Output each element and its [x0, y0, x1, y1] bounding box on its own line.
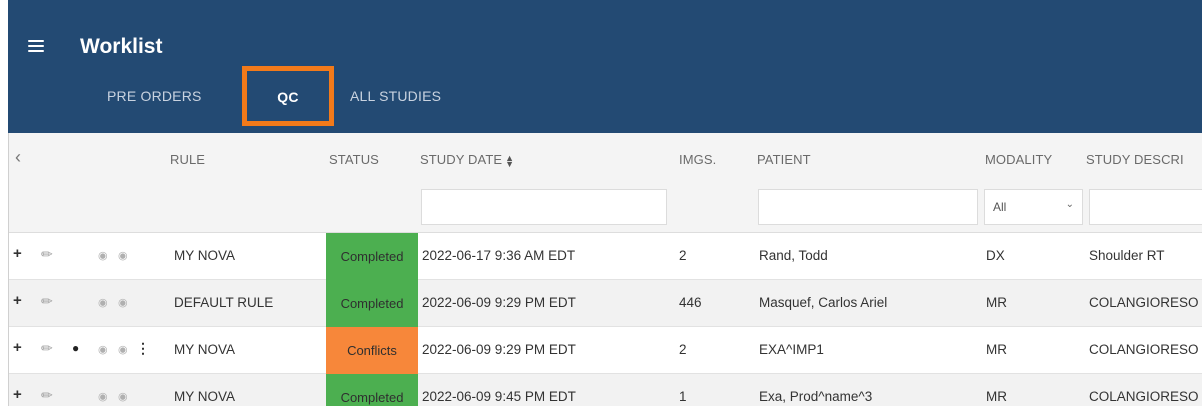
pencil-icon[interactable]: ✏: [41, 387, 53, 404]
column-header-status[interactable]: STATUS: [329, 152, 379, 167]
status-badge: Conflicts: [326, 327, 418, 374]
modality-filter-value: All: [993, 200, 1007, 214]
table-row[interactable]: + ✏ ● ◉ ◉ ⋮ MY NOVA Conflicts 2022-06-09…: [9, 327, 1202, 374]
study-description-filter-input[interactable]: [1089, 189, 1202, 225]
page-title: Worklist: [80, 35, 163, 58]
app-header: Worklist PRE ORDERS QC ALL STUDIES: [8, 0, 1202, 133]
table-row[interactable]: + ✏ ◉ ◉ DEFAULT RULE Completed 2022-06-0…: [9, 280, 1202, 327]
message-icon[interactable]: ◉: [98, 390, 108, 403]
message-icon[interactable]: ◉: [98, 343, 108, 356]
imgs-cell: 2: [679, 342, 687, 357]
pencil-icon[interactable]: ✏: [41, 293, 53, 310]
patient-cell: Masquef, Carlos Ariel: [759, 295, 888, 310]
message-icon[interactable]: ◉: [98, 296, 108, 309]
sort-icon[interactable]: ▲ ▼: [505, 153, 514, 168]
study-description-cell: COLANGIORESO: [1089, 389, 1199, 404]
pencil-icon[interactable]: ✏: [41, 246, 53, 263]
column-header-study-date-label: STUDY DATE: [420, 152, 503, 167]
study-description-cell: COLANGIORESO: [1089, 295, 1199, 310]
status-badge: Completed: [326, 280, 418, 327]
study-date-cell: 2022-06-09 9:29 PM EDT: [422, 342, 576, 357]
table-header: ‹ RULE STATUS STUDY DATE ▲ ▼ IMGS. PATIENT…: [9, 133, 1202, 233]
pencil-icon[interactable]: ✏: [41, 340, 53, 357]
study-description-cell: Shoulder RT: [1089, 248, 1165, 263]
imgs-cell: 446: [679, 295, 702, 310]
eye-icon[interactable]: ◉: [118, 249, 128, 262]
eye-icon[interactable]: ◉: [118, 343, 128, 356]
tab-qc[interactable]: QC: [242, 66, 334, 126]
column-header-modality[interactable]: MODALITY: [985, 152, 1052, 167]
study-date-cell: 2022-06-17 9:36 AM EDT: [422, 248, 576, 263]
kebab-icon[interactable]: ⋮: [136, 340, 150, 357]
rule-cell: MY NOVA: [174, 248, 236, 263]
rule-cell: MY NOVA: [174, 389, 236, 404]
tab-qc-label: QC: [277, 89, 299, 105]
study-date-cell: 2022-06-09 9:45 PM EDT: [422, 389, 576, 404]
patient-cell: Rand, Todd: [759, 248, 828, 263]
column-header-study-date[interactable]: STUDY DATE ▲ ▼: [420, 152, 514, 168]
tab-pre-orders[interactable]: PRE ORDERS: [107, 88, 202, 104]
status-badge: Completed: [326, 374, 418, 406]
patient-filter-input[interactable]: [758, 189, 978, 225]
modality-cell: MR: [986, 342, 1007, 357]
study-date-filter-input[interactable]: [421, 189, 667, 225]
chevron-left-icon[interactable]: ‹: [15, 147, 21, 168]
rule-cell: DEFAULT RULE: [174, 295, 274, 310]
eye-icon[interactable]: ◉: [118, 390, 128, 403]
study-description-cell: COLANGIORESO: [1089, 342, 1199, 357]
study-date-cell: 2022-06-09 9:29 PM EDT: [422, 295, 576, 310]
eye-icon[interactable]: ◉: [118, 296, 128, 309]
modality-cell: MR: [986, 389, 1007, 404]
modality-filter-select[interactable]: All ⌄: [984, 189, 1083, 225]
plus-icon[interactable]: +: [13, 292, 22, 309]
modality-cell: MR: [986, 295, 1007, 310]
worklist-table: ‹ RULE STATUS STUDY DATE ▲ ▼ IMGS. PATIENT…: [8, 133, 1202, 406]
column-header-rule[interactable]: RULE: [170, 152, 205, 167]
column-header-patient[interactable]: PATIENT: [757, 152, 811, 167]
message-icon[interactable]: ◉: [98, 249, 108, 262]
rule-cell: MY NOVA: [174, 342, 236, 357]
modality-cell: DX: [986, 248, 1005, 263]
table-row[interactable]: + ✏ ◉ ◉ MY NOVA Completed 2022-06-09 9:4…: [9, 374, 1202, 406]
column-header-imgs[interactable]: IMGS.: [679, 152, 716, 167]
column-header-study-description[interactable]: STUDY DESCRI: [1086, 152, 1184, 167]
chevron-down-icon: ⌄: [1065, 199, 1074, 210]
table-row[interactable]: + ✏ ◉ ◉ MY NOVA Completed 2022-06-17 9:3…: [9, 233, 1202, 280]
hamburger-menu-icon[interactable]: [28, 40, 44, 53]
patient-cell: Exa, Prod^name^3: [759, 389, 873, 404]
patient-cell: EXA^IMP1: [759, 342, 824, 357]
imgs-cell: 2: [679, 248, 687, 263]
dot-icon: ●: [72, 341, 80, 355]
imgs-cell: 1: [679, 389, 687, 404]
tab-all-studies[interactable]: ALL STUDIES: [350, 88, 441, 104]
status-badge: Completed: [326, 233, 418, 280]
plus-icon[interactable]: +: [13, 386, 22, 403]
plus-icon[interactable]: +: [13, 245, 22, 262]
plus-icon[interactable]: +: [13, 339, 22, 356]
